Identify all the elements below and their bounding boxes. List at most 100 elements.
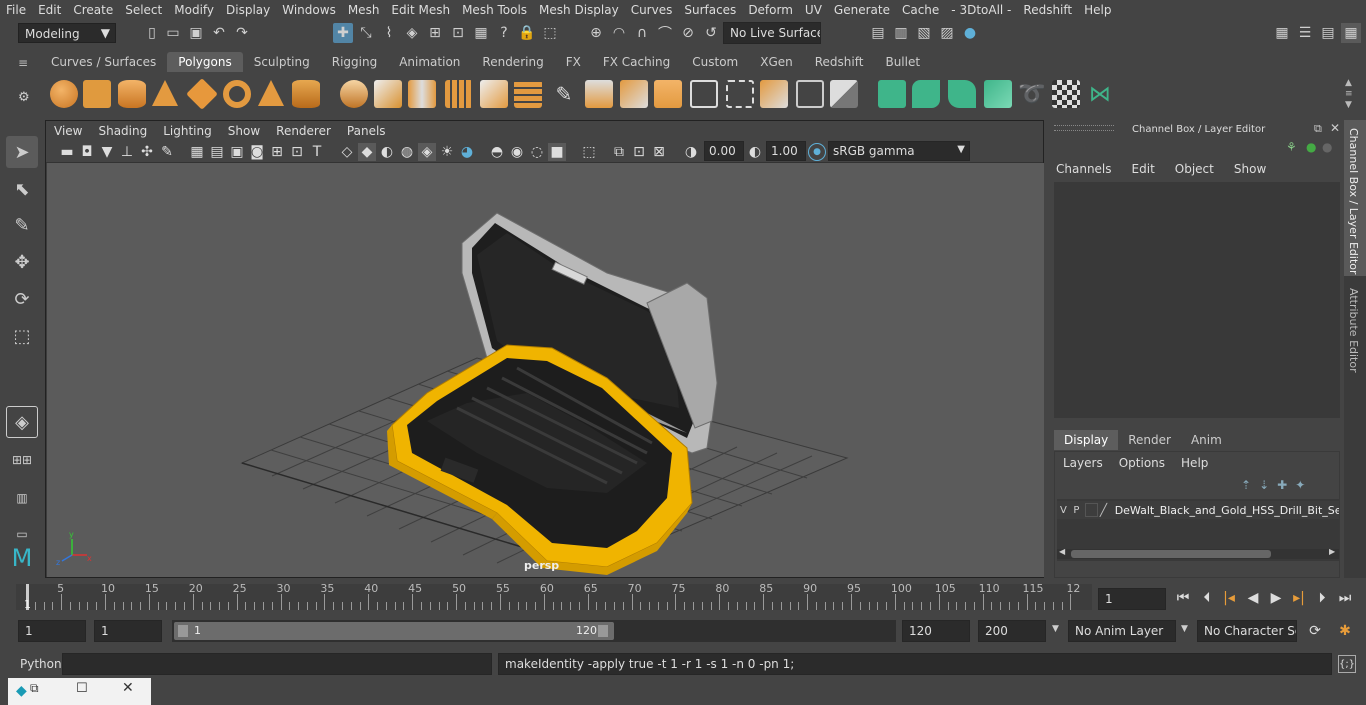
viewport-menu-panels[interactable]: Panels <box>339 124 394 138</box>
close-icon[interactable]: ✕ <box>1330 121 1340 135</box>
chevron-down-icon[interactable]: ▼ <box>1052 624 1059 634</box>
layer-menu-layers[interactable]: Layers <box>1063 456 1103 470</box>
resolution-gate-icon[interactable]: ▣ <box>228 143 246 161</box>
character-set-dropdown[interactable]: No Character Set <box>1197 620 1297 642</box>
tab-anim[interactable]: Anim <box>1181 430 1232 450</box>
snap-to-point-icon[interactable]: ⊡ <box>448 23 468 43</box>
menu-edit-mesh[interactable]: Edit Mesh <box>385 3 456 17</box>
menu-help[interactable]: Help <box>1078 3 1117 17</box>
sew-uv-icon[interactable] <box>830 80 858 108</box>
layer-scroll-thumb[interactable] <box>1071 550 1271 558</box>
planar-uv-icon[interactable] <box>690 80 718 108</box>
green-box-icon[interactable] <box>984 80 1012 108</box>
viewport-menu-show[interactable]: Show <box>220 124 268 138</box>
gamma-field[interactable]: 1.00 <box>766 141 806 161</box>
layer-name[interactable]: DeWalt_Black_and_Gold_HSS_Drill_Bit_Set_… <box>1115 504 1339 517</box>
grease-pencil-icon[interactable]: ✎ <box>158 143 176 161</box>
green-wire-icon[interactable]: ⋈ <box>1086 80 1114 108</box>
checker-icon[interactable] <box>1052 80 1080 108</box>
cut-uv-icon[interactable] <box>796 80 824 108</box>
undo-icon[interactable]: ↶ <box>209 23 229 43</box>
history-icon[interactable]: ⊕ <box>586 23 606 43</box>
green-twist-icon[interactable]: ➰ <box>1018 80 1046 108</box>
green-cube-icon[interactable] <box>878 80 906 108</box>
chevron-down-icon[interactable]: ▼ <box>1181 624 1188 634</box>
step-forward-key-icon[interactable]: ⏵ <box>1313 589 1331 607</box>
render-current-icon[interactable]: ▥ <box>891 23 911 43</box>
scale-tool-icon[interactable]: ⬚ <box>6 320 38 352</box>
go-to-start-icon[interactable]: ⏮ <box>1174 589 1192 607</box>
tab-bullet[interactable]: Bullet <box>874 52 931 72</box>
color-space-dropdown[interactable]: sRGB gamma ▼ <box>828 141 970 161</box>
viewport-menu-lighting[interactable]: Lighting <box>155 124 220 138</box>
smooth-shade-icon[interactable]: ◆ <box>358 143 376 161</box>
open-scene-icon[interactable]: ▭ <box>163 23 183 43</box>
green-bend-icon[interactable] <box>948 80 976 108</box>
snap-to-grid-icon[interactable]: ◈ <box>402 23 422 43</box>
menu-curves[interactable]: Curves <box>625 3 679 17</box>
gamma-icon[interactable]: ◐ <box>746 143 764 161</box>
make-live-icon[interactable]: ? <box>494 23 514 43</box>
move-tool-icon[interactable]: ✥ <box>6 246 38 278</box>
motion-blur-icon[interactable]: ◓ <box>488 143 506 161</box>
menu-3dtoall[interactable]: - 3DtoAll - <box>945 3 1017 17</box>
poly-pyramid-icon[interactable] <box>258 80 284 106</box>
animation-preferences-icon[interactable]: ✱ <box>1336 622 1354 640</box>
playback-start-field[interactable]: 1 <box>94 620 162 642</box>
menu-file[interactable]: File <box>0 3 32 17</box>
command-input[interactable] <box>62 653 492 675</box>
playback-end-field[interactable]: 120 <box>902 620 970 642</box>
anti-alias-icon[interactable]: ◉ <box>508 143 526 161</box>
range-handle-right[interactable] <box>598 625 608 637</box>
green-shape-icon[interactable] <box>912 80 940 108</box>
viewport-menu-renderer[interactable]: Renderer <box>268 124 339 138</box>
shelf-settings-icon[interactable]: ⚙ <box>18 90 34 106</box>
menu-mesh-display[interactable]: Mesh Display <box>533 3 625 17</box>
script-editor-icon[interactable]: {;} <box>1338 655 1356 673</box>
2d-pan-zoom-icon[interactable]: ✣ <box>138 143 156 161</box>
layer-type-toggle[interactable] <box>1084 503 1098 517</box>
step-back-key-icon[interactable]: ⏴ <box>1198 589 1216 607</box>
side-by-side-layout-icon[interactable]: ▥ <box>6 482 38 514</box>
menu-create[interactable]: Create <box>67 3 119 17</box>
new-scene-icon[interactable]: ▯ <box>142 23 162 43</box>
snap-to-view-plane-icon[interactable]: ▦ <box>471 23 491 43</box>
hud-icon[interactable]: ⊠ <box>650 143 668 161</box>
restore-icon[interactable]: ⧉ <box>30 681 39 696</box>
select-by-component-icon[interactable]: ⌇ <box>379 23 399 43</box>
menu-cache[interactable]: Cache <box>896 3 945 17</box>
minimized-window[interactable]: ◆ ⧉ ☐ ✕ <box>8 678 151 705</box>
layer-menu-help[interactable]: Help <box>1181 456 1208 470</box>
exposure-icon[interactable]: ◑ <box>682 143 700 161</box>
perspective-viewport[interactable]: x y z persp <box>47 163 1044 577</box>
select-highlight-icon[interactable]: ⬚ <box>540 23 560 43</box>
current-frame-field[interactable]: 1 <box>1098 588 1166 610</box>
float-icon[interactable]: ⧉ <box>1314 122 1322 136</box>
rotate-tool-icon[interactable]: ⟳ <box>6 283 38 315</box>
redo-icon[interactable]: ↷ <box>232 23 252 43</box>
poly-torus-icon[interactable] <box>223 80 251 108</box>
lasso-icon[interactable]: ◠ <box>609 23 629 43</box>
tab-polygons[interactable]: Polygons <box>167 52 243 72</box>
menu-mesh-tools[interactable]: Mesh Tools <box>456 3 533 17</box>
tab-rendering[interactable]: Rendering <box>471 52 554 72</box>
poly-cube-icon[interactable] <box>83 80 111 108</box>
hypershade-icon[interactable]: ● <box>960 23 980 43</box>
magnet-icon[interactable]: ∩ <box>632 23 652 43</box>
channel-box-options-icon[interactable]: ⚘ <box>1286 140 1297 154</box>
gate-mask-icon[interactable]: ◙ <box>248 143 266 161</box>
bevel-icon[interactable] <box>620 80 648 108</box>
tab-redshift[interactable]: Redshift <box>804 52 875 72</box>
film-gate-icon[interactable]: ▤ <box>208 143 226 161</box>
anim-layer-dropdown[interactable]: No Anim Layer <box>1068 620 1176 642</box>
safe-action-icon[interactable]: ⊡ <box>288 143 306 161</box>
soft-select-icon[interactable]: ⌒ <box>655 23 675 43</box>
menu-select[interactable]: Select <box>119 3 168 17</box>
select-by-hierarchy-icon[interactable]: ✚ <box>333 23 353 43</box>
poly-cylinder-icon[interactable] <box>118 80 146 108</box>
tab-display[interactable]: Display <box>1054 430 1119 450</box>
menu-modify[interactable]: Modify <box>168 3 220 17</box>
lock-icon[interactable]: 🔒 <box>517 23 537 43</box>
poly-plane-icon[interactable] <box>186 78 218 110</box>
wireframe-icon[interactable]: ◇ <box>338 143 356 161</box>
